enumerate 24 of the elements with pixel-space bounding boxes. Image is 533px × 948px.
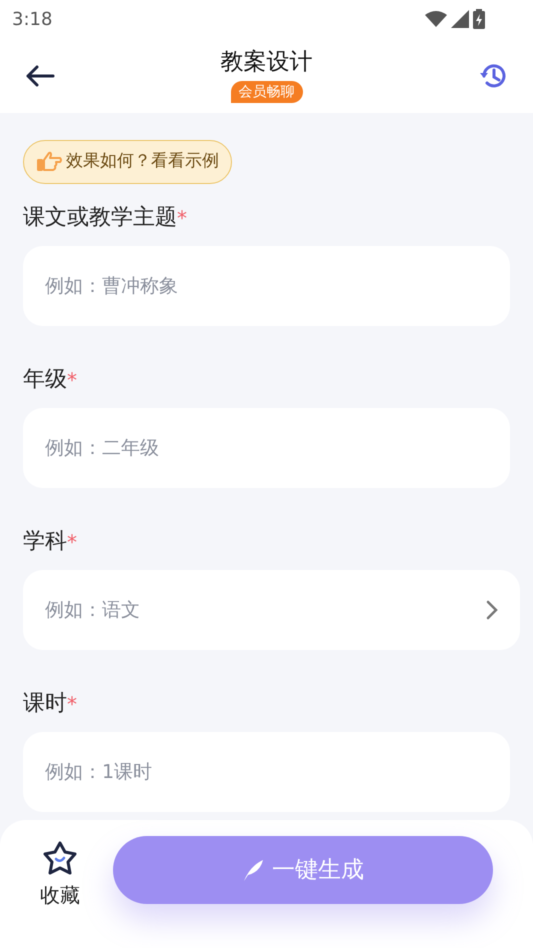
favorite-button[interactable]: 收藏 — [40, 840, 80, 910]
field-label: 课文或教学主题 — [23, 204, 177, 232]
field-label: 年级 — [23, 366, 67, 394]
back-arrow-icon — [25, 64, 55, 86]
signal-icon — [451, 10, 469, 28]
field-label: 课时 — [23, 690, 67, 718]
required-mark: * — [67, 691, 77, 718]
input-field[interactable]: 例如：1课时 — [23, 732, 510, 812]
page-title: 教案设计 — [220, 48, 312, 77]
pointing-hand-icon — [36, 151, 62, 173]
field-label: 学科 — [23, 528, 67, 556]
input-field[interactable]: 例如：曹冲称象 — [23, 246, 510, 326]
star-icon — [41, 840, 79, 876]
status-time: 3:18 — [12, 8, 52, 32]
input-field[interactable]: 例如：二年级 — [23, 408, 510, 488]
member-badge: 会员畅聊 — [230, 80, 302, 103]
battery-icon — [473, 9, 485, 29]
required-mark: * — [67, 367, 77, 394]
required-mark: * — [67, 529, 77, 556]
required-mark: * — [177, 205, 187, 232]
feather-icon — [242, 858, 264, 882]
example-link[interactable]: 效果如何？看看示例 — [23, 140, 232, 184]
wifi-icon — [425, 11, 447, 27]
chevron-right-icon — [486, 600, 498, 620]
